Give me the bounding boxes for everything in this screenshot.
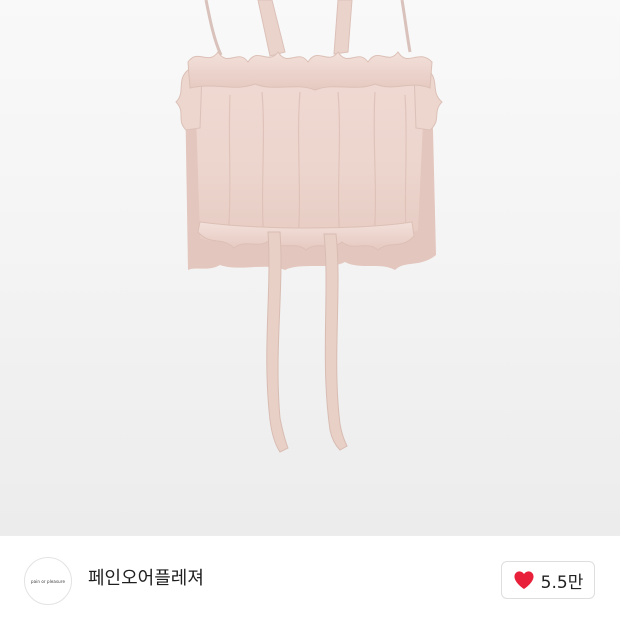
- shoulder-straps: [204, 0, 412, 56]
- ribbon-straps: [257, 0, 353, 57]
- shop-avatar[interactable]: pain or pleasure: [24, 557, 72, 605]
- shop-avatar-logo-text: pain or pleasure: [30, 578, 66, 584]
- product-detail-page: pain or pleasure 페인오어플레져 5.5만: [0, 0, 620, 620]
- shop-name[interactable]: 페인오어플레져: [88, 567, 204, 591]
- garment-illustration: [175, 0, 443, 453]
- neckline-ruffle: [187, 51, 433, 91]
- shop-info-bar: pain or pleasure 페인오어플레져 5.5만: [0, 535, 620, 620]
- like-button[interactable]: 5.5만: [501, 561, 595, 599]
- heart-icon: [514, 571, 534, 590]
- like-count: 5.5만: [540, 572, 584, 593]
- product-image[interactable]: [0, 0, 620, 535]
